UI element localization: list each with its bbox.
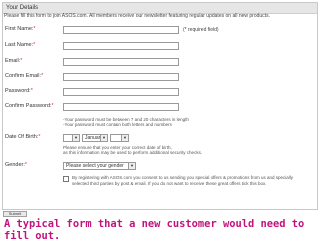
confirm-password-input[interactable] <box>63 103 179 111</box>
chevron-down-icon: ▼ <box>72 135 79 141</box>
last-name-input[interactable] <box>63 42 179 50</box>
chevron-down-icon: ▼ <box>100 135 107 141</box>
gender-label: Gender:* <box>5 162 28 168</box>
required-field-note: (* required field) <box>183 27 219 33</box>
dob-month-select[interactable]: January ▼ <box>82 134 108 142</box>
consent-text: By registering with ASOS.com you consent… <box>72 175 312 186</box>
submit-button[interactable]: Submit <box>3 211 27 217</box>
dob-year-select[interactable]: ▼ <box>110 134 129 142</box>
dob-day-select[interactable]: ▼ <box>63 134 80 142</box>
marketing-opt-out-checkbox[interactable] <box>63 176 69 182</box>
required-mark: * <box>33 42 36 48</box>
required-mark: * <box>24 162 28 168</box>
required-mark: * <box>33 26 36 32</box>
confirm-email-input[interactable] <box>63 73 179 81</box>
caption-line: fill out. <box>4 230 61 242</box>
required-mark: * <box>20 58 23 64</box>
first-name-label: First Name:* <box>5 26 36 32</box>
gender-select[interactable]: Please select your gender ▼ <box>63 162 136 170</box>
dob-label: Date Of Birth:* <box>5 134 41 140</box>
password-hint-chars: -Your password must contain both letters… <box>63 122 172 127</box>
caption: A typical form that a new customer would… <box>4 218 316 242</box>
last-name-label: Last Name:* <box>5 42 36 48</box>
gender-select-value: Please select your gender <box>66 163 124 169</box>
required-mark: * <box>51 103 54 109</box>
password-input[interactable] <box>63 88 179 96</box>
confirm-email-label: Confirm Email:* <box>5 73 44 79</box>
password-label: Password:* <box>5 88 33 94</box>
required-mark: * <box>38 134 41 140</box>
dob-hint-2: as this information may be used to perfo… <box>63 150 203 155</box>
confirm-password-label: Confirm Password:* <box>5 103 54 109</box>
email-label: Email:* <box>5 58 23 64</box>
chevron-down-icon: ▼ <box>121 135 128 141</box>
chevron-down-icon: ▼ <box>128 163 135 169</box>
intro-text: Please fill this form to join ASOS.com. … <box>4 13 270 19</box>
caption-line: A typical form that a new customer would… <box>4 218 305 230</box>
email-input[interactable] <box>63 58 179 66</box>
required-mark: * <box>41 73 44 79</box>
required-mark: * <box>30 88 33 94</box>
first-name-input[interactable] <box>63 26 179 34</box>
consent-line: By registering with ASOS.com you consent… <box>72 175 294 180</box>
consent-line: selected third parties by post & email. … <box>72 180 267 186</box>
